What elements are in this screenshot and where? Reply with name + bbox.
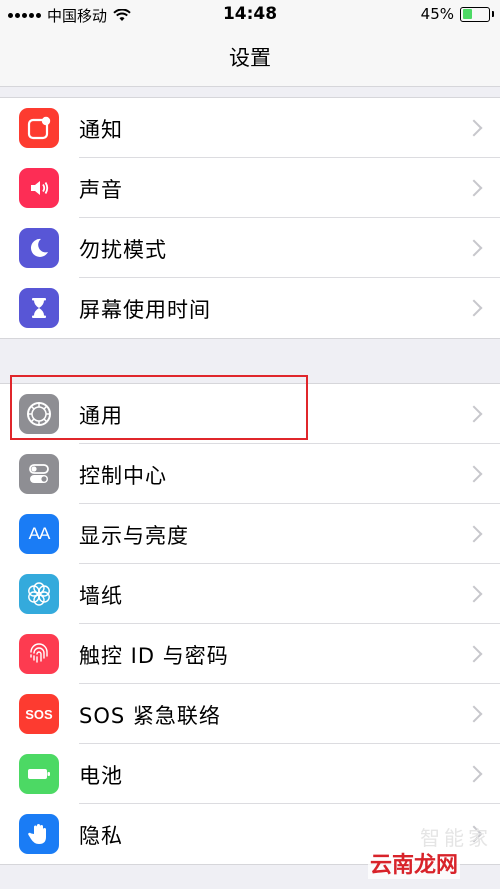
row-touch-id-passcode[interactable]: 触控 ID 与密码 [0,624,500,684]
moon-icon [19,228,59,268]
row-battery[interactable]: 电池 [0,744,500,804]
chevron-right-icon [465,119,483,137]
row-notifications[interactable]: 通知 [0,98,500,158]
highlight-box [10,375,308,440]
text-size-glyph: AA [28,524,51,543]
notifications-icon [19,108,59,148]
sos-glyph: SOS [25,706,53,722]
hourglass-icon [19,288,59,328]
hand-icon [19,814,59,854]
battery-fill [462,9,473,19]
text-size-icon: AA [19,514,59,554]
chevron-right-icon [465,239,483,257]
row-label: 勿扰模式 [79,238,167,262]
chevron-right-icon [465,179,483,197]
row-do-not-disturb[interactable]: 勿扰模式 [0,218,500,278]
row-display-brightness[interactable]: AA 显示与亮度 [0,504,500,564]
row-label: 屏幕使用时间 [79,298,211,322]
settings-group-2: 通用 控制中心 AA 显示与亮度 墙纸 触控 ID 与密码 SOS SOS 紧急… [0,383,500,865]
row-label: SOS 紧急联络 [79,704,221,728]
speaker-icon [19,168,59,208]
chevron-right-icon [465,585,483,603]
row-wallpaper[interactable]: 墙纸 [0,564,500,624]
watermark: 云南龙网 [368,847,461,879]
chevron-right-icon [465,299,483,317]
battery-status-icon [460,6,494,22]
status-bar: 中国移动 14:48 45% [0,0,500,30]
row-label: 显示与亮度 [79,524,189,548]
chevron-right-icon [465,525,483,543]
sos-icon: SOS [19,694,59,734]
page-title: 设置 [229,46,271,70]
chevron-right-icon [465,405,483,423]
row-sounds[interactable]: 声音 [0,158,500,218]
nav-bar: 设置 [0,30,500,87]
row-label: 触控 ID 与密码 [79,644,229,668]
row-control-center[interactable]: 控制中心 [0,444,500,504]
flower-icon [19,574,59,614]
row-label: 控制中心 [79,464,167,488]
settings-group-1: 通知 声音 勿扰模式 屏幕使用时间 [0,97,500,339]
status-right: 45% [420,5,494,23]
toggles-icon [19,454,59,494]
fingerprint-icon [19,634,59,674]
row-label: 通知 [79,118,123,142]
row-screen-time[interactable]: 屏幕使用时间 [0,278,500,338]
chevron-right-icon [465,765,483,783]
row-label: 电池 [79,764,123,788]
chevron-right-icon [465,705,483,723]
battery-icon [19,754,59,794]
row-emergency-sos[interactable]: SOS SOS 紧急联络 [0,684,500,744]
battery-percent: 45% [420,5,454,23]
row-label: 隐私 [79,824,123,848]
row-label: 声音 [79,178,123,202]
chevron-right-icon [465,465,483,483]
chevron-right-icon [465,645,483,663]
row-label: 墙纸 [79,584,123,608]
